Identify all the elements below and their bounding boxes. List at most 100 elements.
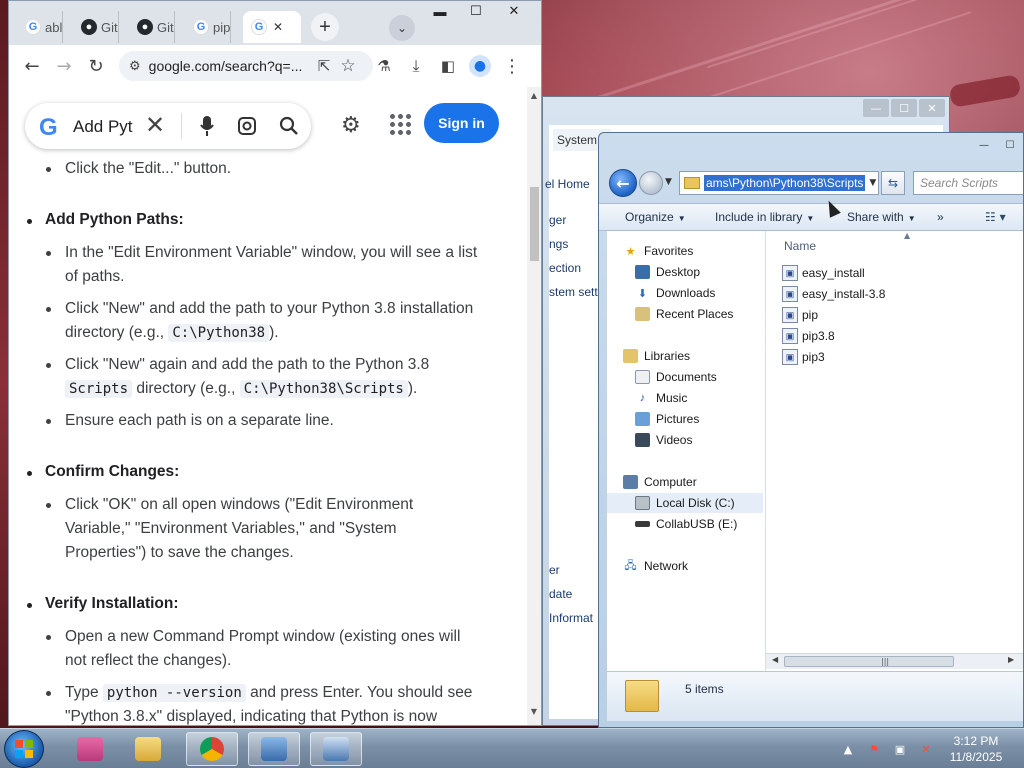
change-view-icon[interactable]: ☷ ▾: [985, 210, 1006, 224]
taskbar-control-panel[interactable]: [248, 732, 300, 766]
profile-avatar-icon[interactable]: ●: [467, 53, 493, 79]
file-item[interactable]: ▣ easy_install: [782, 263, 865, 283]
close-window-button[interactable]: ✕: [497, 1, 531, 21]
organize-label: Organize: [625, 210, 674, 224]
scrollbar-thumb[interactable]: [530, 187, 539, 261]
share-with-button[interactable]: Share with ▼: [847, 210, 916, 224]
list-item: Type python --version and press Enter. Y…: [45, 681, 472, 725]
labs-flask-icon[interactable]: ⚗: [371, 53, 397, 79]
taskbar-system[interactable]: [310, 732, 362, 766]
taskbar-app-cat[interactable]: [64, 732, 116, 766]
search-magnifier-icon[interactable]: [277, 114, 301, 138]
search-query[interactable]: Add Pyt: [73, 117, 133, 137]
nav-network[interactable]: 🖧 Network: [623, 556, 779, 576]
new-tab-button[interactable]: +: [311, 13, 339, 41]
google-search-box[interactable]: G Add Pyt ✕: [25, 103, 311, 149]
performance-information-link[interactable]: Informat: [549, 611, 593, 625]
list-item: Click "OK" on all open windows ("Edit En…: [45, 493, 413, 565]
forward-arrow-icon[interactable]: →: [51, 53, 77, 79]
file-item[interactable]: ▣ pip3: [782, 347, 825, 367]
device-manager-link[interactable]: ger: [549, 213, 566, 227]
show-hidden-icons-icon[interactable]: ▲: [840, 742, 856, 756]
remote-settings-link[interactable]: ngs: [549, 237, 568, 251]
system-window-controls: — ☐ ✕: [863, 99, 945, 117]
sign-in-button[interactable]: Sign in: [424, 103, 499, 143]
taskbar-chrome[interactable]: [186, 732, 238, 766]
side-panel-icon[interactable]: ◧: [435, 53, 461, 79]
maximize-icon[interactable]: ☐: [999, 137, 1021, 153]
tab-search-button[interactable]: ⌄: [389, 15, 415, 41]
nav-libraries[interactable]: Libraries: [623, 346, 779, 366]
tab-3[interactable]: ● Git: [129, 11, 175, 43]
file-item[interactable]: ▣ easy_install-3.8: [782, 284, 885, 304]
minimize-icon[interactable]: —: [863, 99, 889, 117]
nav-local-disk[interactable]: Local Disk (C:): [607, 493, 763, 513]
explorer-window[interactable]: — ☐ ← ▼ ams\Python\Python38\Scripts ▼ ⇆ …: [598, 132, 1024, 728]
horizontal-scrollbar[interactable]: ◀ ||| ▶: [766, 653, 1023, 669]
nav-favorites[interactable]: ★ Favorites: [623, 241, 779, 261]
chrome-window[interactable]: G abl ● Git ● Git G pip G ✕ + ⌄ ▬ ☐ ✕ ← …: [8, 0, 542, 726]
address-path[interactable]: ams\Python\Python38\Scripts: [704, 175, 866, 191]
file-name: pip3.8: [802, 329, 835, 343]
menu-kebab-icon[interactable]: ⋮: [499, 53, 525, 79]
control-panel-home-link[interactable]: el Home: [545, 177, 590, 191]
organize-button[interactable]: Organize ▼: [625, 210, 686, 224]
refresh-icon[interactable]: ⇆: [881, 171, 905, 195]
advanced-system-settings-link[interactable]: stem sett: [549, 285, 598, 299]
tab-1[interactable]: G abl: [17, 11, 63, 43]
command-bar: Organize ▼ Include in library ▼ Share with…: [599, 203, 1023, 231]
tab-active[interactable]: G ✕: [243, 11, 301, 43]
scroll-left-icon[interactable]: ◀: [772, 655, 778, 664]
action-center-flag-icon[interactable]: ⚑: [866, 742, 882, 756]
taskbar-explorer[interactable]: [122, 732, 174, 766]
include-in-library-button[interactable]: Include in library ▼: [715, 210, 814, 224]
google-icon: G: [193, 19, 209, 35]
volume-muted-icon[interactable]: ✕: [918, 742, 934, 756]
maximize-icon[interactable]: ☐: [891, 99, 917, 117]
action-center-link[interactable]: er: [549, 563, 560, 577]
system-protection-link[interactable]: ection: [549, 261, 581, 275]
taskbar-clock[interactable]: 3:12 PM 11/8/2025: [944, 733, 1008, 765]
clear-search-icon[interactable]: ✕: [145, 111, 165, 139]
google-lens-icon[interactable]: [235, 114, 259, 138]
network-status-icon[interactable]: ▣: [892, 742, 908, 756]
close-tab-icon[interactable]: ✕: [273, 20, 283, 34]
address-bar[interactable]: ams\Python\Python38\Scripts ▼: [679, 171, 879, 195]
maximize-button[interactable]: ☐: [459, 1, 493, 21]
download-icon[interactable]: ⤓: [403, 53, 429, 79]
microphone-icon[interactable]: [195, 114, 219, 138]
back-arrow-icon[interactable]: ←: [19, 53, 45, 79]
share-icon[interactable]: ⇱: [311, 53, 337, 79]
windows-update-link[interactable]: date: [549, 587, 572, 601]
close-icon[interactable]: ✕: [919, 99, 945, 117]
forward-arrow-icon[interactable]: [639, 171, 663, 195]
google-apps-icon[interactable]: [387, 111, 411, 135]
address-dropdown-icon[interactable]: ▼: [869, 178, 880, 188]
clock-date: 11/8/2025: [949, 750, 1003, 764]
tab-2[interactable]: ● Git: [73, 11, 119, 43]
include-in-library-label: Include in library: [715, 210, 803, 224]
scroll-right-icon[interactable]: ▶: [1008, 655, 1014, 664]
scroll-down-icon[interactable]: ▼: [529, 707, 539, 717]
bookmark-star-icon[interactable]: ☆: [335, 53, 361, 79]
more-commands-button[interactable]: »: [937, 210, 944, 224]
google-search-page: G Add Pyt ✕ ⚙ Sign in Click the "Edit...…: [9, 87, 527, 725]
nav-computer[interactable]: Computer: [623, 472, 779, 492]
file-item[interactable]: ▣ pip3.8: [782, 326, 835, 346]
page-scrollbar[interactable]: ▲ ▼: [527, 87, 541, 725]
search-input[interactable]: Search Scripts: [913, 171, 1023, 195]
tab-4[interactable]: G pip: [185, 11, 231, 43]
file-item[interactable]: ▣ pip: [782, 305, 818, 325]
settings-gear-icon[interactable]: ⚙: [341, 113, 361, 138]
site-info-icon[interactable]: ⚙: [129, 58, 141, 74]
recent-pages-dropdown-icon[interactable]: ▼: [665, 177, 672, 187]
reload-icon[interactable]: ↻: [83, 53, 109, 79]
minimize-button[interactable]: ▬: [423, 1, 457, 21]
name-column-header[interactable]: Name: [784, 239, 816, 253]
file-name: pip3: [802, 350, 825, 364]
scroll-up-icon[interactable]: ▲: [529, 91, 539, 101]
start-button[interactable]: [4, 730, 44, 768]
back-arrow-icon[interactable]: ←: [609, 169, 637, 197]
scrollbar-thumb[interactable]: |||: [784, 656, 954, 667]
minimize-icon[interactable]: —: [973, 137, 995, 153]
